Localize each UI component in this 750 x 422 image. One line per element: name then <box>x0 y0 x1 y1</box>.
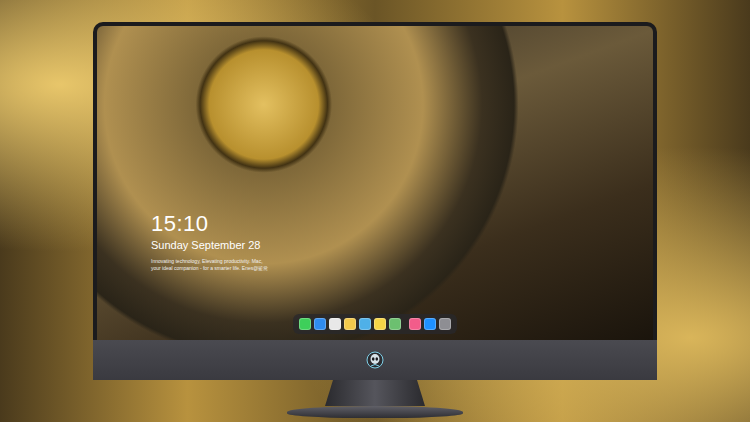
clock-time: 15:10 <box>151 212 653 236</box>
monitor-stand-base <box>287 406 463 418</box>
tagline-line: your ideal companion - for a smarter lif… <box>151 265 653 272</box>
app-icon[interactable] <box>389 318 401 330</box>
app-icon[interactable] <box>424 318 436 330</box>
dock-group <box>409 318 451 330</box>
monitor-stand-neck <box>325 380 425 406</box>
app-icon[interactable] <box>314 318 326 330</box>
monitor: 15:10 Sunday September 28 Innovating techn… <box>93 22 657 380</box>
lock-screen: 15:10 Sunday September 28 Innovating techn… <box>97 26 653 340</box>
app-icon[interactable] <box>329 318 341 330</box>
monitor-chin <box>93 340 657 380</box>
app-icon[interactable] <box>374 318 386 330</box>
tagline: Innovating technology, Elevating product… <box>151 258 653 272</box>
app-icon[interactable] <box>299 318 311 330</box>
logo-icon <box>366 351 384 369</box>
app-icon[interactable] <box>439 318 451 330</box>
desktop-background: 15:10 Sunday September 28 Innovating techn… <box>0 0 750 422</box>
dock-group <box>299 318 401 330</box>
dock-row <box>97 314 653 340</box>
lock-info: 15:10 Sunday September 28 Innovating techn… <box>97 26 653 314</box>
tagline-line: Innovating technology, Elevating product… <box>151 258 653 265</box>
app-icon[interactable] <box>409 318 421 330</box>
app-icon[interactable] <box>344 318 356 330</box>
app-icon[interactable] <box>359 318 371 330</box>
clock-date: Sunday September 28 <box>151 238 653 252</box>
dock <box>293 314 457 334</box>
